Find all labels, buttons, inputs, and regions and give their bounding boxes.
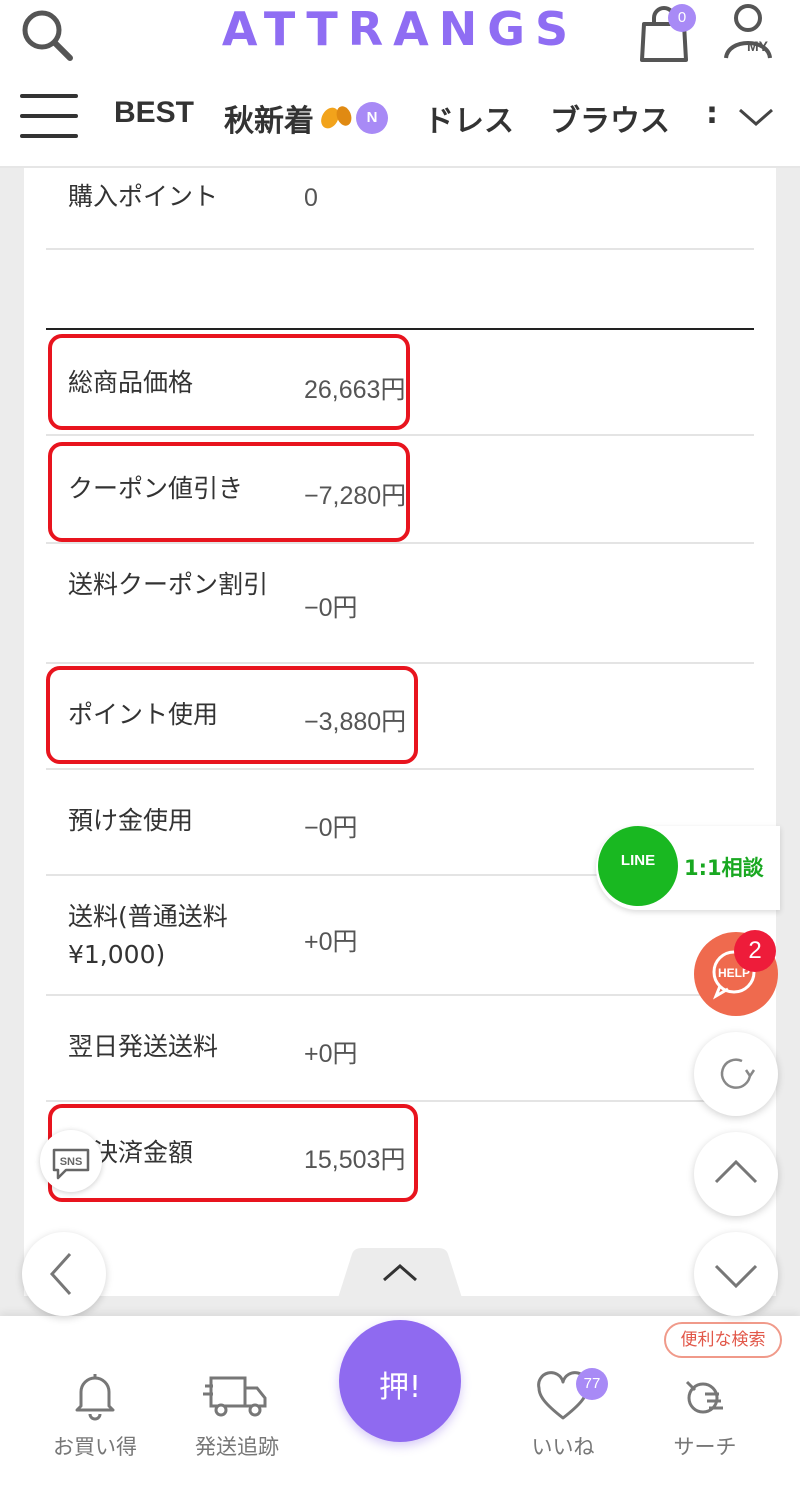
row-value: +0円 <box>304 928 358 956</box>
category-nav: BEST 秋新着 N ドレス ブラウス : <box>0 82 800 152</box>
sns-share-button[interactable]: SNS <box>40 1130 102 1192</box>
search-icon[interactable] <box>18 6 78 62</box>
filter-search-icon <box>685 1380 723 1414</box>
chevron-left-icon <box>49 1252 72 1296</box>
refresh-icon <box>720 1058 756 1089</box>
cart-count-badge: 0 <box>668 4 696 32</box>
bell-icon <box>75 1374 115 1421</box>
highlight-box <box>48 442 410 542</box>
row-label: 送料(普通送料¥1,000) <box>68 902 228 969</box>
back-button[interactable] <box>22 1232 106 1316</box>
truck-icon <box>203 1376 267 1417</box>
nav-item-dress[interactable]: ドレス <box>424 96 514 140</box>
scroll-bottom-button[interactable] <box>694 1232 778 1316</box>
new-badge: N <box>356 102 388 134</box>
nav-item-best[interactable]: BEST <box>114 96 194 130</box>
summary-row: 翌日発送送料 +0円 <box>46 996 754 1102</box>
highlight-box <box>46 666 418 764</box>
row-label: 送料クーポン割引 <box>68 570 269 599</box>
leaf-icon <box>321 106 352 129</box>
sns-label: SNS <box>60 1156 83 1168</box>
row-label: 購入ポイント <box>68 182 219 211</box>
highlight-box <box>48 334 410 430</box>
row-value: −0円 <box>304 814 358 842</box>
chevron-up-icon <box>714 1159 758 1184</box>
chevron-down-icon <box>714 1264 758 1289</box>
row-label: 預け金使用 <box>68 806 194 835</box>
brand-logo[interactable]: ATTRANGS <box>200 2 600 56</box>
summary-row: 送料クーポン割引 −0円 <box>46 544 754 664</box>
chevron-down-icon[interactable] <box>738 104 774 128</box>
tab-deals[interactable]: お買い得 <box>30 1316 160 1493</box>
tab-label: サーチ <box>673 1435 737 1459</box>
nav-item-blouse[interactable]: ブラウス <box>550 96 670 140</box>
scroll-top-button[interactable] <box>694 1132 778 1216</box>
tab-label: いいね <box>531 1435 595 1459</box>
push-label: 押! <box>378 1370 422 1405</box>
line-label: LINE <box>620 852 656 869</box>
my-label: MY <box>747 38 768 54</box>
purchase-points-row: 購入ポイント 0 <box>46 168 754 250</box>
nav-item-autumn-new[interactable]: 秋新着 <box>224 96 314 140</box>
row-label: 翌日発送送料 <box>68 1032 219 1061</box>
chat-bubble-icon: SNS <box>52 1148 90 1180</box>
refresh-button[interactable] <box>694 1032 778 1116</box>
help-count-badge: 2 <box>734 930 776 972</box>
tab-label: お買い得 <box>53 1435 137 1459</box>
row-value: −0円 <box>304 594 358 622</box>
app-header: ATTRANGS 0 MY BEST 秋新着 N ドレス ブラウス : <box>0 0 800 168</box>
nav-item-more[interactable]: : <box>706 96 718 131</box>
like-count-badge: 77 <box>576 1368 608 1400</box>
row-value: +0円 <box>304 1040 358 1068</box>
row-value: 0 <box>304 184 318 212</box>
tab-tracking[interactable]: 発送追跡 <box>172 1316 302 1493</box>
menu-icon[interactable] <box>20 92 78 140</box>
line-consult-label: 1:1相談 <box>684 856 764 880</box>
expand-panel-tab[interactable] <box>338 1248 462 1298</box>
search-tooltip: 便利な検索 <box>664 1322 782 1358</box>
highlight-box <box>48 1104 418 1202</box>
tab-label: 発送追跡 <box>195 1435 279 1459</box>
tab-likes[interactable]: いいね <box>498 1316 628 1493</box>
